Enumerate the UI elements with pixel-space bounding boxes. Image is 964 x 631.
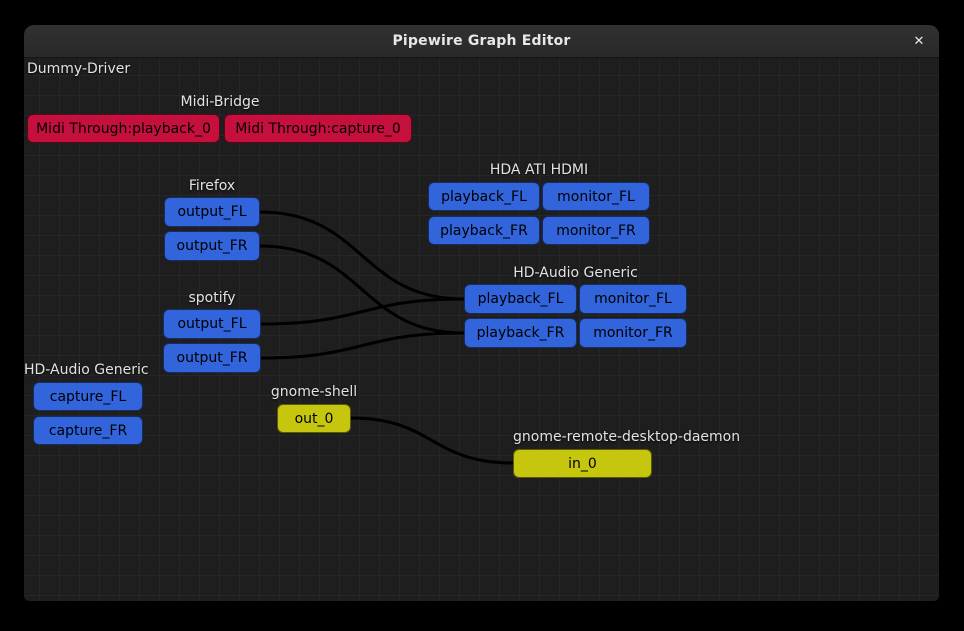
link-spotify-fl-to-hdaudio-playback-fl (261, 299, 464, 324)
close-icon[interactable]: ✕ (907, 29, 931, 53)
port-hda-ati-hdmi-playback-fl[interactable]: playback_FL (428, 182, 540, 211)
port-firefox-output-fl[interactable]: output_FL (164, 197, 260, 227)
port-firefox-output-fr[interactable]: output_FR (164, 231, 260, 261)
link-gnome-shell-out0-to-grd-in0 (351, 418, 513, 463)
port-hd-audio-generic-capture-fr[interactable]: capture_FR (33, 416, 143, 445)
port-hda-ati-hdmi-monitor-fl[interactable]: monitor_FL (542, 182, 650, 211)
port-spotify-output-fl[interactable]: output_FL (163, 309, 261, 339)
port-hd-audio-generic-monitor-fl[interactable]: monitor_FL (579, 284, 687, 314)
node-midi-bridge-label[interactable]: Midi-Bridge (27, 95, 413, 110)
node-gnome-shell-label[interactable]: gnome-shell (270, 385, 358, 400)
port-gnome-remote-desktop-daemon-in-0[interactable]: in_0 (513, 449, 652, 478)
titlebar[interactable]: Pipewire Graph Editor ✕ (24, 25, 939, 58)
node-firefox-label[interactable]: Firefox (164, 179, 260, 194)
link-firefox-fr-to-hdaudio-playback-fr (260, 246, 464, 333)
node-spotify-label[interactable]: spotify (163, 291, 261, 306)
port-hda-ati-hdmi-playback-fr[interactable]: playback_FR (428, 216, 540, 245)
port-gnome-shell-out-0[interactable]: out_0 (277, 404, 351, 433)
port-spotify-output-fr[interactable]: output_FR (163, 343, 261, 373)
node-hd-audio-generic-out-label[interactable]: HD-Audio Generic (464, 266, 687, 281)
port-hd-audio-generic-playback-fl[interactable]: playback_FL (464, 284, 577, 314)
node-hd-audio-generic-in-label[interactable]: HD-Audio Generic (24, 363, 146, 378)
window-title: Pipewire Graph Editor (392, 33, 570, 49)
node-hda-ati-hdmi-label[interactable]: HDA ATI HDMI (428, 163, 650, 178)
port-midi-through-capture-0[interactable]: Midi Through:capture_0 (224, 114, 412, 143)
port-hd-audio-generic-capture-fl[interactable]: capture_FL (33, 382, 143, 411)
node-dummy-driver-label[interactable]: Dummy-Driver (27, 62, 130, 77)
node-gnome-remote-desktop-daemon-label[interactable]: gnome-remote-desktop-daemon (513, 430, 740, 445)
port-midi-through-playback-0[interactable]: Midi Through:playback_0 (27, 114, 220, 143)
port-hd-audio-generic-playback-fr[interactable]: playback_FR (464, 318, 577, 348)
graph-canvas[interactable]: Dummy-Driver Midi-Bridge Midi Through:pl… (24, 58, 939, 601)
port-hda-ati-hdmi-monitor-fr[interactable]: monitor_FR (542, 216, 650, 245)
port-hd-audio-generic-monitor-fr[interactable]: monitor_FR (579, 318, 687, 348)
link-spotify-fr-to-hdaudio-playback-fr (261, 333, 464, 358)
pipewire-graph-editor-window: Pipewire Graph Editor ✕ Dummy-Driver Mid… (24, 25, 939, 601)
